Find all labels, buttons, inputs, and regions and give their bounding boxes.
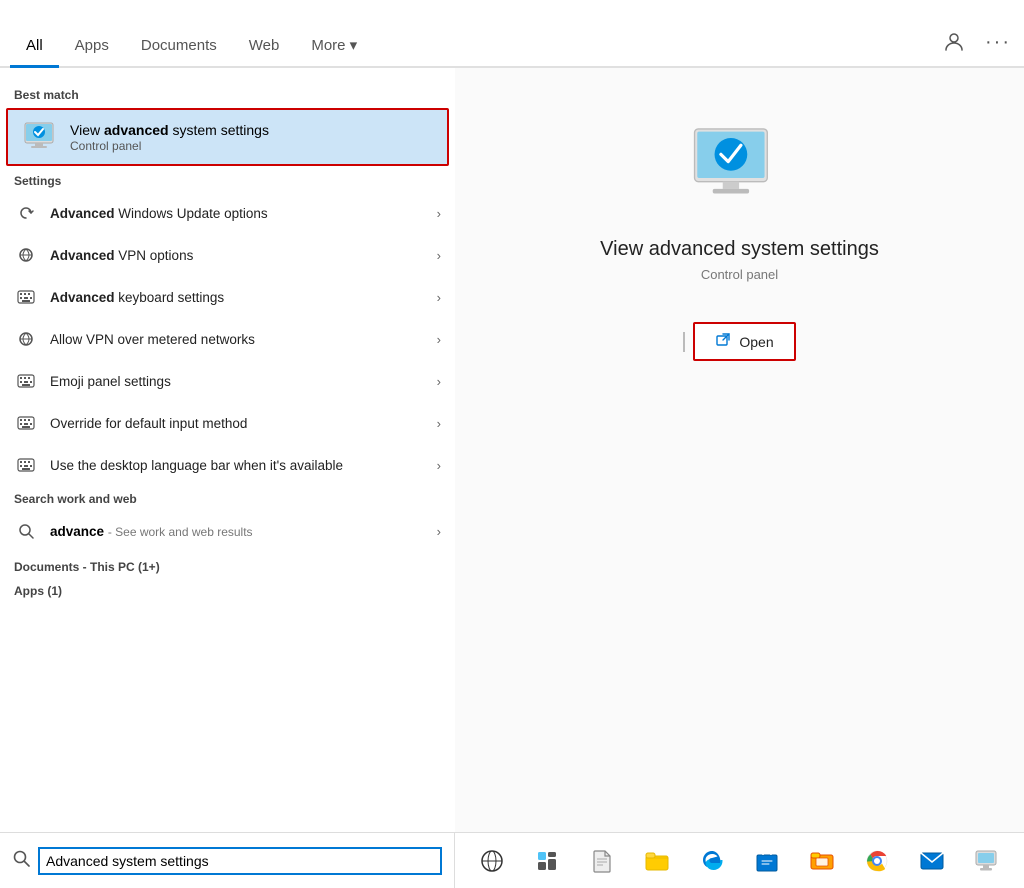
widgets-icon[interactable]	[529, 843, 565, 879]
task-view-icon[interactable]	[474, 843, 510, 879]
settings-item-vpn[interactable]: Advanced VPN options ›	[0, 234, 455, 276]
chevron-icon: ›	[437, 374, 441, 389]
mail-icon[interactable]	[914, 843, 950, 879]
settings-item-language-bar[interactable]: Use the desktop language bar when it's a…	[0, 444, 455, 486]
left-panel: Best match View advanced system settings	[0, 68, 455, 832]
settings-item-keyboard[interactable]: Advanced keyboard settings ›	[0, 276, 455, 318]
chevron-icon: ›	[437, 290, 441, 305]
search-web-label: Search work and web	[0, 486, 455, 510]
settings-item-input-method[interactable]: Override for default input method ›	[0, 402, 455, 444]
open-divider	[683, 332, 685, 352]
search-web-icon	[14, 519, 38, 543]
chrome-icon[interactable]	[859, 843, 895, 879]
vpn2-icon	[14, 327, 38, 351]
settings-item-text: Allow VPN over metered networks	[50, 332, 437, 347]
right-subtitle: Control panel	[701, 267, 778, 282]
settings-item-text: Advanced VPN options	[50, 248, 437, 263]
search-web-item[interactable]: advance - See work and web results ›	[0, 510, 455, 552]
open-label: Open	[739, 334, 773, 350]
documents-label: Documents - This PC (1+)	[0, 552, 455, 576]
chevron-icon: ›	[437, 458, 441, 473]
vpn-icon	[14, 243, 38, 267]
app-icon-large	[690, 118, 790, 218]
taskbar	[0, 832, 1024, 888]
file-explorer-icon[interactable]	[639, 843, 675, 879]
taskbar-right-icons	[455, 843, 1024, 879]
settings-item-text: Emoji panel settings	[50, 374, 437, 389]
chevron-icon: ›	[437, 332, 441, 347]
best-match-subtitle: Control panel	[70, 139, 433, 153]
document-icon[interactable]	[584, 843, 620, 879]
file-manager-icon[interactable]	[804, 843, 840, 879]
chevron-icon: ›	[437, 416, 441, 431]
settings-item-text: Override for default input method	[50, 416, 437, 431]
settings-item-windows-update[interactable]: Advanced Windows Update options ›	[0, 192, 455, 234]
settings-item-vpn-metered[interactable]: Allow VPN over metered networks ›	[0, 318, 455, 360]
settings-label: Settings	[0, 168, 455, 192]
tab-apps[interactable]: Apps	[59, 29, 125, 66]
right-title: View advanced system settings	[600, 238, 879, 261]
settings-item-text: Advanced Windows Update options	[50, 206, 437, 221]
chevron-icon: ›	[437, 206, 441, 221]
settings-item-text: Use the desktop language bar when it's a…	[50, 458, 437, 473]
chevron-icon: ›	[437, 248, 441, 263]
input-method-icon	[14, 411, 38, 435]
settings-item-emoji[interactable]: Emoji panel settings ›	[0, 360, 455, 402]
taskbar-search-bar	[0, 833, 455, 888]
open-icon	[715, 332, 731, 351]
tab-more[interactable]: More ▾	[295, 28, 373, 66]
account-icon[interactable]	[938, 26, 970, 58]
tab-web[interactable]: Web	[233, 29, 296, 66]
tab-documents[interactable]: Documents	[125, 29, 233, 66]
emoji-icon	[14, 369, 38, 393]
header-right-icons: ···	[938, 26, 1014, 66]
tab-all[interactable]: All	[10, 29, 59, 66]
lang-bar-icon	[14, 453, 38, 477]
search-web-chevron: ›	[437, 524, 441, 539]
best-match-title: View advanced system settings	[70, 122, 433, 138]
best-match-icon	[22, 118, 60, 156]
settings-item-text: Advanced keyboard settings	[50, 290, 437, 305]
apps-label: Apps (1)	[0, 576, 455, 600]
top-tabs-bar: All Apps Documents Web More ▾ ···	[0, 0, 1024, 68]
update-icon	[14, 201, 38, 225]
store-icon[interactable]	[749, 843, 785, 879]
computer-icon[interactable]	[968, 843, 1004, 879]
more-options-icon[interactable]: ···	[982, 26, 1014, 58]
search-query: advance	[50, 524, 104, 539]
edge-icon[interactable]	[694, 843, 730, 879]
taskbar-search-icon	[12, 849, 30, 872]
keyboard-icon	[14, 285, 38, 309]
taskbar-search-input[interactable]	[38, 847, 442, 875]
best-match-label: Best match	[0, 82, 455, 106]
open-button[interactable]: Open	[693, 322, 795, 361]
right-panel: View advanced system settings Control pa…	[455, 68, 1024, 832]
best-match-item[interactable]: View advanced system settings Control pa…	[6, 108, 449, 166]
main-container: Best match View advanced system settings	[0, 68, 1024, 832]
search-sub: - See work and web results	[108, 525, 253, 539]
